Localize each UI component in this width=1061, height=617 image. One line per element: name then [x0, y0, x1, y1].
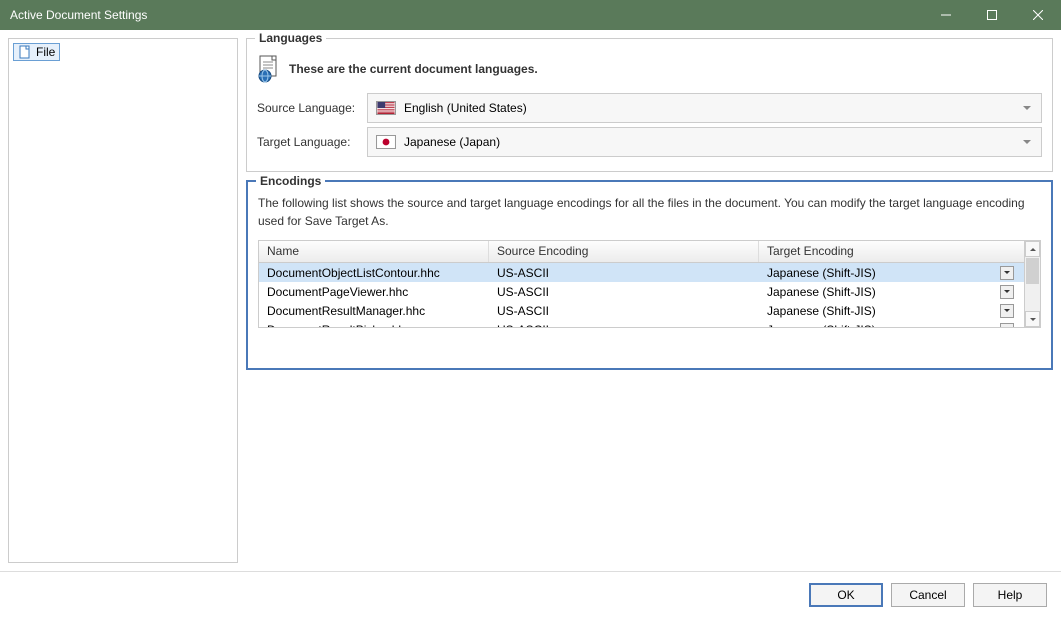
languages-description-row: These are the current document languages…: [257, 55, 1042, 83]
target-encoding-dropdown-button[interactable]: [1000, 304, 1014, 318]
flag-us-icon: [376, 101, 396, 115]
target-encoding-dropdown-button[interactable]: [1000, 266, 1014, 280]
table-scrollbar[interactable]: [1024, 241, 1040, 327]
table-row[interactable]: DocumentObjectListContour.hhcUS-ASCIIJap…: [259, 263, 1024, 282]
source-language-row: Source Language: English (United States): [257, 93, 1042, 123]
cell-target-encoding: Japanese (Shift-JIS): [759, 265, 1024, 281]
target-encoding-dropdown-button[interactable]: [1000, 323, 1014, 328]
scroll-thumb[interactable]: [1026, 258, 1039, 284]
column-header-name[interactable]: Name: [259, 241, 489, 262]
target-encoding-dropdown-button[interactable]: [1000, 285, 1014, 299]
window-title: Active Document Settings: [10, 8, 147, 22]
cell-target-encoding: Japanese (Shift-JIS): [759, 322, 1024, 328]
table-header: Name Source Encoding Target Encoding: [259, 241, 1024, 263]
languages-group-title: Languages: [255, 31, 326, 45]
ok-button[interactable]: OK: [809, 583, 883, 607]
cell-source-encoding: US-ASCII: [489, 303, 759, 319]
minimize-button[interactable]: [923, 0, 969, 30]
table-row[interactable]: DocumentPageViewer.hhcUS-ASCIIJapanese (…: [259, 282, 1024, 301]
encodings-table: Name Source Encoding Target Encoding Doc…: [258, 240, 1041, 328]
cancel-button[interactable]: Cancel: [891, 583, 965, 607]
left-tree-panel: File: [8, 38, 238, 563]
target-language-select[interactable]: Japanese (Japan): [367, 127, 1042, 157]
cell-name: DocumentResultManager.hhc: [259, 303, 489, 319]
help-button[interactable]: Help: [973, 583, 1047, 607]
content-area: File Languages These are the current doc…: [0, 30, 1061, 571]
window-controls: [923, 0, 1061, 30]
cell-target-encoding: Japanese (Shift-JIS): [759, 284, 1024, 300]
source-language-label: Source Language:: [257, 101, 357, 115]
languages-group: Languages These are the current document…: [246, 38, 1053, 172]
source-language-value: English (United States): [404, 101, 527, 115]
target-language-value: Japanese (Japan): [404, 135, 500, 149]
target-language-label: Target Language:: [257, 135, 357, 149]
dialog-footer: OK Cancel Help: [0, 571, 1061, 617]
document-globe-icon: [257, 55, 281, 83]
table-row[interactable]: DocumentResultPicker.hhcUS-ASCIIJapanese…: [259, 320, 1024, 327]
tree-item-label: File: [36, 45, 55, 59]
cell-source-encoding: US-ASCII: [489, 265, 759, 281]
cell-source-encoding: US-ASCII: [489, 322, 759, 328]
scroll-down-button[interactable]: [1025, 311, 1040, 327]
right-panel: Languages These are the current document…: [246, 38, 1053, 563]
cell-source-encoding: US-ASCII: [489, 284, 759, 300]
column-header-source[interactable]: Source Encoding: [489, 241, 759, 262]
languages-description: These are the current document languages…: [289, 62, 538, 76]
flag-jp-icon: [376, 135, 396, 149]
tree-item-file[interactable]: File: [13, 43, 60, 61]
encodings-group: Encodings The following list shows the s…: [246, 180, 1053, 370]
scroll-track[interactable]: [1025, 285, 1040, 311]
target-language-row: Target Language: Japanese (Japan): [257, 127, 1042, 157]
encodings-group-title: Encodings: [256, 174, 325, 188]
file-icon: [18, 45, 32, 59]
cell-name: DocumentPageViewer.hhc: [259, 284, 489, 300]
source-language-select[interactable]: English (United States): [367, 93, 1042, 123]
cell-target-encoding: Japanese (Shift-JIS): [759, 303, 1024, 319]
table-body: DocumentObjectListContour.hhcUS-ASCIIJap…: [259, 263, 1024, 327]
close-button[interactable]: [1015, 0, 1061, 30]
titlebar: Active Document Settings: [0, 0, 1061, 30]
cell-name: DocumentObjectListContour.hhc: [259, 265, 489, 281]
cell-name: DocumentResultPicker.hhc: [259, 322, 489, 328]
scroll-up-button[interactable]: [1025, 241, 1040, 257]
table-row[interactable]: DocumentResultManager.hhcUS-ASCIIJapanes…: [259, 301, 1024, 320]
encodings-description: The following list shows the source and …: [258, 194, 1041, 230]
maximize-button[interactable]: [969, 0, 1015, 30]
column-header-target[interactable]: Target Encoding: [759, 241, 1024, 262]
